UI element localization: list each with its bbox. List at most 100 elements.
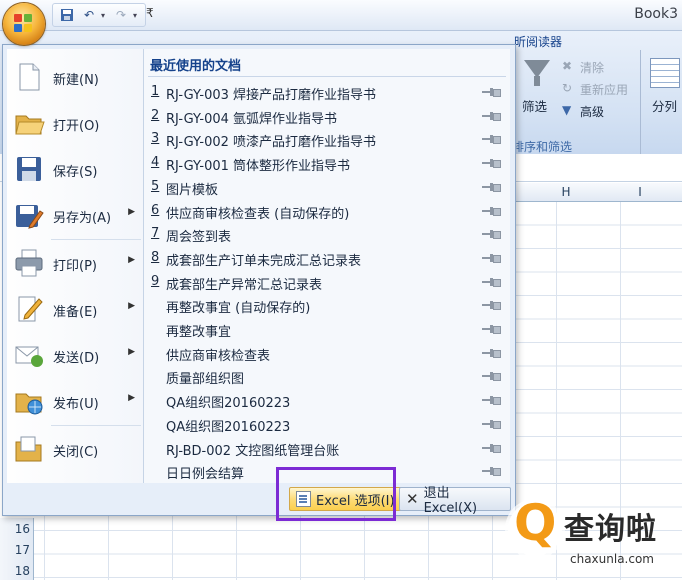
- office-logo-icon: [14, 14, 34, 34]
- menu-item-print[interactable]: 打印(P) ▶: [7, 241, 143, 285]
- menu-separator: [51, 425, 141, 426]
- recent-document-name: 成套部生产订单未完成汇总记录表: [166, 253, 362, 269]
- recent-document-item[interactable]: 质量部组织图: [144, 364, 510, 388]
- submenu-arrow-icon: ▶: [128, 255, 135, 265]
- recent-document-item[interactable]: 1 RJ-GY-003 焊接产品打磨作业指导书: [144, 80, 510, 104]
- pin-icon[interactable]: [482, 300, 501, 311]
- filter-button[interactable]: 筛选: [522, 96, 547, 115]
- menu-item-label: 准备(E): [53, 305, 98, 320]
- menu-item-new[interactable]: 新建(N): [7, 55, 143, 99]
- redo-icon[interactable]: ↷: [111, 6, 131, 24]
- office-button[interactable]: [3, 3, 45, 45]
- recent-document-item[interactable]: 3 RJ-GY-002 喷漆产品打磨作业指导书: [144, 127, 510, 151]
- recent-document-name: RJ-GY-004 氩弧焊作业指导书: [166, 111, 338, 127]
- recent-document-item[interactable]: 2 RJ-GY-004 氩弧焊作业指导书: [144, 104, 510, 128]
- pin-icon[interactable]: [482, 134, 501, 145]
- recent-document-number: 3: [151, 131, 160, 147]
- pin-icon[interactable]: [482, 111, 501, 121]
- recent-document-number: 6: [151, 202, 160, 218]
- clear-button[interactable]: 清除: [580, 59, 604, 76]
- customize-qat-icon[interactable]: ₹: [146, 6, 154, 20]
- recent-document-item[interactable]: 7 周会签到表: [144, 222, 510, 246]
- window-title: Book3: [634, 6, 678, 22]
- reapply-button[interactable]: 重新应用: [580, 81, 628, 98]
- exit-excel-button[interactable]: ✕ 退出 Excel(X): [399, 486, 511, 516]
- recent-document-name: RJ-GY-001 筒体整形作业指导书: [166, 159, 351, 175]
- pin-icon[interactable]: [482, 371, 501, 382]
- recent-document-name: 供应商审核检查表: [166, 348, 271, 364]
- recent-document-item[interactable]: RJ-BD-002 文控图纸管理台账: [144, 436, 510, 460]
- recent-document-item[interactable]: 供应商审核检查表: [144, 341, 510, 365]
- recent-document-name: 再整改事宜: [166, 325, 232, 340]
- row-number-18[interactable]: 18: [0, 564, 30, 578]
- pin-icon[interactable]: [482, 253, 501, 263]
- title-bar: ↶ ▾ ↷ ▾ ₹ Book3: [0, 0, 682, 31]
- menu-item-open[interactable]: 打开(O): [7, 101, 143, 145]
- split-columns-button[interactable]: 分列: [652, 96, 677, 115]
- recent-document-name: 再整改事宜 (自动保存的): [166, 301, 311, 317]
- row-number-17[interactable]: 17: [0, 543, 30, 557]
- menu-item-prepare[interactable]: 准备(E) ▶: [7, 287, 143, 331]
- publish-icon: [15, 393, 43, 415]
- recent-document-item[interactable]: 6 供应商审核检查表 (自动保存的): [144, 199, 510, 223]
- advanced-button[interactable]: 高级: [580, 103, 604, 120]
- menu-item-label: 保存(S): [53, 165, 98, 180]
- close-folder-icon: [15, 436, 42, 462]
- pin-icon[interactable]: [482, 419, 501, 429]
- recent-document-name: 成套部生产异常汇总记录表: [166, 277, 323, 293]
- filter-funnel-stem: [534, 76, 540, 86]
- send-icon: [15, 346, 43, 367]
- menu-item-label: 新建(N): [53, 73, 99, 88]
- undo-dropdown-icon[interactable]: ▾: [101, 11, 109, 20]
- pin-icon[interactable]: [482, 395, 501, 406]
- menu-item-save-as[interactable]: 另存为(A) ▶: [7, 193, 143, 237]
- recent-document-name: QA组织图20160223: [166, 396, 291, 412]
- recent-document-item[interactable]: 8 成套部生产订单未完成汇总记录表: [144, 246, 510, 270]
- office-menu: 新建(N) 打开(O) 保存(S) 另存为(A) ▶ 打印(P) ▶ 准备(E)…: [2, 44, 516, 516]
- recent-document-number: 9: [151, 273, 160, 289]
- menu-item-publish[interactable]: 发布(U) ▶: [7, 379, 143, 423]
- recent-document-item[interactable]: 再整改事宜 (自动保存的): [144, 293, 510, 317]
- reapply-icon: ↻: [562, 81, 573, 95]
- recent-document-item[interactable]: QA组织图20160223: [144, 412, 510, 436]
- undo-icon[interactable]: ↶: [79, 6, 99, 24]
- save-disk-icon: [17, 157, 41, 181]
- menu-item-label: 关闭(C): [53, 445, 99, 460]
- recent-document-number: 2: [151, 107, 160, 123]
- recent-document-name: 周会签到表: [166, 230, 232, 246]
- recent-document-item[interactable]: QA组织图20160223: [144, 388, 510, 412]
- save-icon[interactable]: [57, 6, 77, 24]
- menu-item-save[interactable]: 保存(S): [7, 147, 143, 191]
- pin-icon[interactable]: [482, 206, 501, 216]
- watermark-url: chaxunla.com: [570, 552, 654, 566]
- recent-document-item[interactable]: 再整改事宜: [144, 317, 510, 341]
- pin-icon[interactable]: [482, 87, 501, 97]
- text-to-columns-icon: [650, 58, 680, 88]
- redo-dropdown-icon[interactable]: ▾: [133, 11, 141, 20]
- menu-item-send[interactable]: 发送(D) ▶: [7, 333, 143, 377]
- menu-separator: [51, 239, 141, 240]
- column-header-h[interactable]: H: [534, 183, 599, 202]
- menu-item-close[interactable]: 关闭(C): [7, 427, 143, 471]
- column-header-i[interactable]: I: [598, 183, 682, 202]
- submenu-arrow-icon: ▶: [128, 393, 135, 403]
- pin-icon[interactable]: [482, 466, 501, 477]
- new-document-icon: [19, 63, 40, 91]
- recent-document-item[interactable]: 9 成套部生产异常汇总记录表: [144, 270, 510, 294]
- pin-icon[interactable]: [482, 277, 501, 287]
- recent-document-number: 5: [151, 178, 160, 194]
- pin-icon[interactable]: [482, 348, 501, 358]
- recent-document-item[interactable]: 5 图片模板: [144, 175, 510, 199]
- recent-document-name: 图片模板: [166, 182, 219, 198]
- recent-document-name: RJ-GY-003 焊接产品打磨作业指导书: [166, 88, 377, 103]
- quick-access-toolbar: ↶ ▾ ↷ ▾: [52, 3, 146, 27]
- pin-icon[interactable]: [482, 182, 501, 192]
- recent-document-item[interactable]: 4 RJ-GY-001 筒体整形作业指导书: [144, 151, 510, 175]
- pin-icon[interactable]: [482, 443, 501, 453]
- watermark-logo: Q 查询啦 chaxunla.com: [502, 494, 682, 580]
- pin-icon[interactable]: [482, 229, 501, 240]
- row-number-16[interactable]: 16: [0, 522, 30, 536]
- pin-icon[interactable]: [482, 158, 501, 169]
- ribbon-tab-reader[interactable]: 昕阅读器: [514, 33, 562, 50]
- pin-icon[interactable]: [482, 324, 501, 334]
